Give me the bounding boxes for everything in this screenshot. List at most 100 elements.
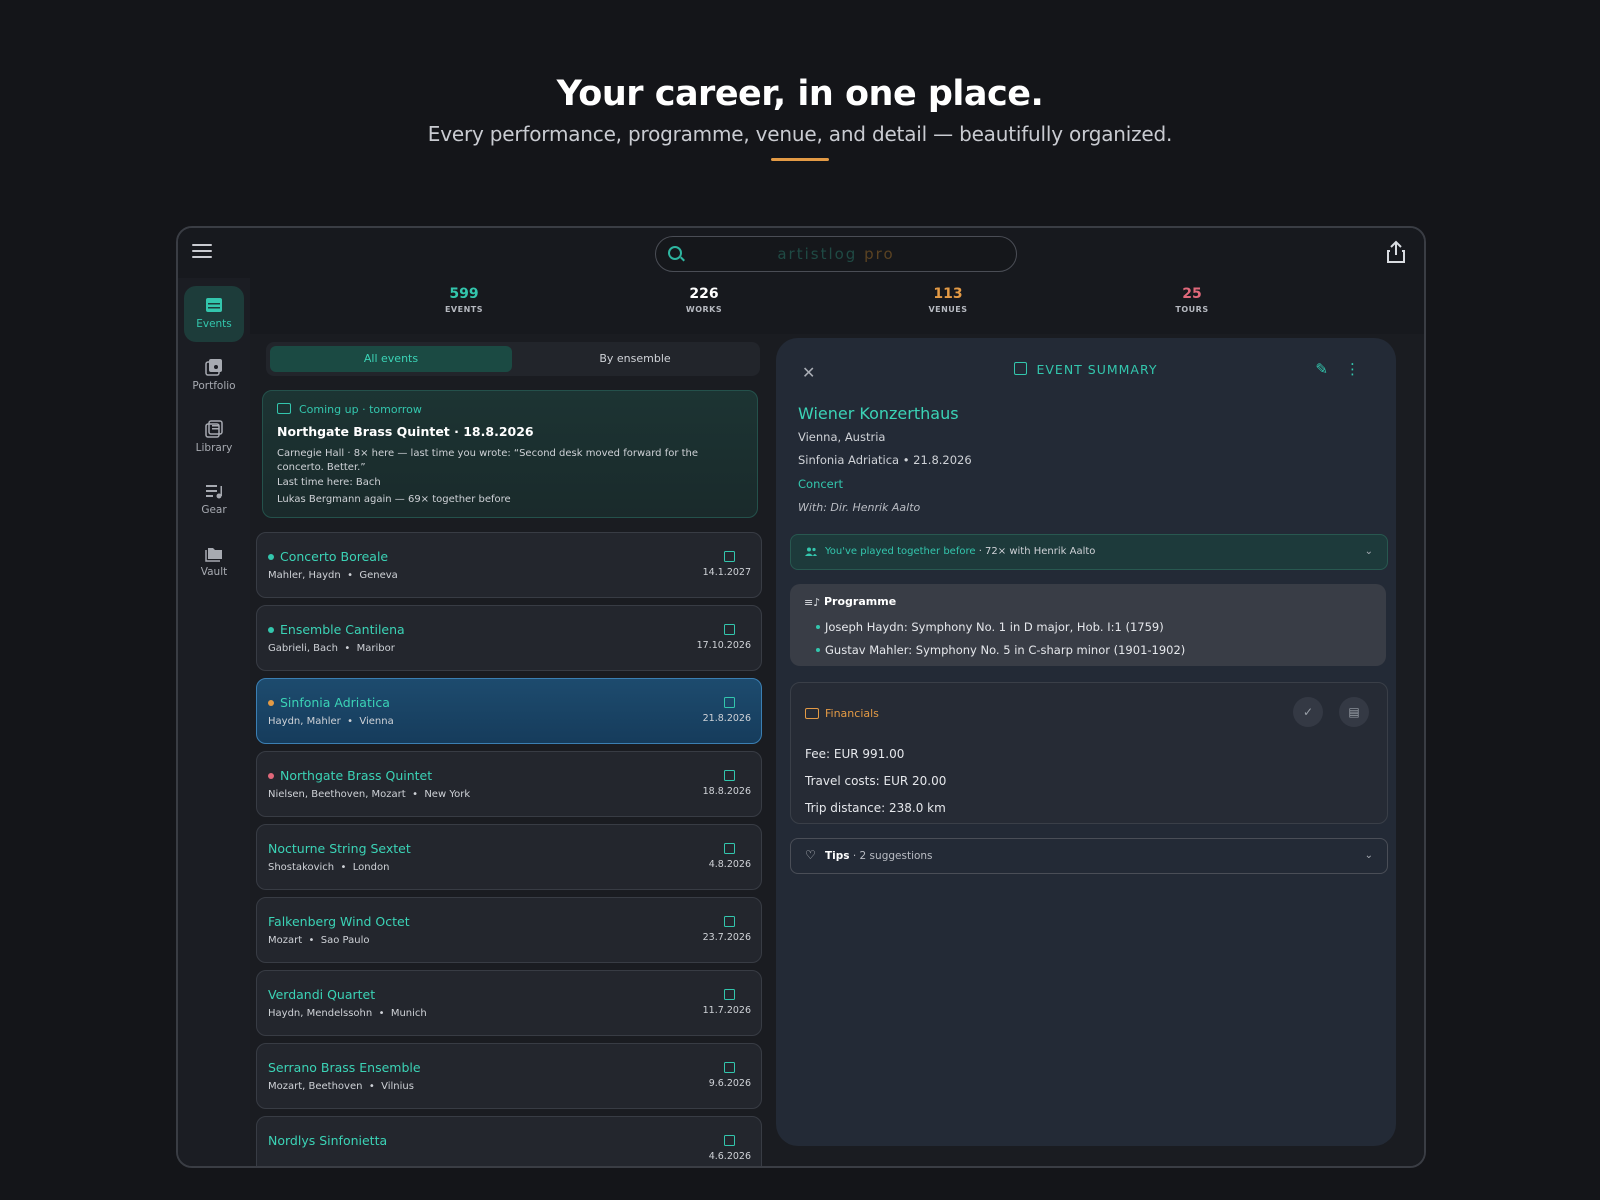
tab-all-events[interactable]: All events <box>270 346 512 372</box>
event-with: With: Dir. Henrik Aalto <box>798 501 921 514</box>
search-bar[interactable]: artistlog pro <box>655 236 1017 272</box>
hero-title: Your career, in one place. <box>556 74 1044 114</box>
event-card[interactable]: Sinfonia Adriatica Haydn, Mahler • Vienna… <box>256 678 762 744</box>
programme-header: Programme <box>824 595 897 608</box>
stat-label: TOURS <box>1175 305 1209 314</box>
stat-label: VENUES <box>928 305 968 314</box>
tab-by-ensemble[interactable]: By ensemble <box>514 346 756 372</box>
stat-value: 599 <box>449 286 479 302</box>
calendar-icon <box>1014 362 1028 375</box>
stat-events[interactable]: 599 EVENTS <box>404 286 524 314</box>
status-dot <box>268 773 274 779</box>
financials-card: Financials ✓ ▤ Fee: EUR 991.00 Travel co… <box>790 682 1388 824</box>
event-details: Haydn, Mahler • Vienna <box>268 716 394 727</box>
sidebar-item-events[interactable]: Events <box>184 286 244 342</box>
coming-up-title: Northgate Brass Quintet · 18.8.2026 <box>277 424 534 439</box>
event-type[interactable]: Concert <box>798 477 843 491</box>
stat-value: 226 <box>689 286 719 302</box>
event-date: 21.8.2026 <box>702 713 751 724</box>
tips-label: Tips · 2 suggestions <box>825 850 933 862</box>
library-icon <box>205 420 223 438</box>
event-name: Serrano Brass Ensemble <box>268 1060 421 1075</box>
event-details: Nielsen, Beethoven, Mozart • New York <box>268 789 471 800</box>
stat-works[interactable]: 226 WORKS <box>644 286 764 314</box>
tips-accordion[interactable]: ♡ Tips · 2 suggestions ⌄ <box>790 838 1388 874</box>
event-card[interactable]: Nordlys Sinfonietta 4.6.2026 <box>256 1116 762 1166</box>
stat-tours[interactable]: 25 TOURS <box>1132 286 1252 314</box>
coming-up-card[interactable]: Coming up · tomorrow Northgate Brass Qui… <box>262 390 758 518</box>
share-icon[interactable] <box>1386 240 1406 264</box>
chevron-down-icon: ⌄ <box>1364 850 1373 861</box>
hero-subtitle: Every performance, programme, venue, and… <box>427 122 1173 146</box>
receipt-icon[interactable]: ▤ <box>1339 697 1369 727</box>
programme-card: ≡♪ Programme Joseph Haydn: Symphony No. … <box>790 584 1386 666</box>
trip-distance-value: Trip distance: 238.0 km <box>805 801 946 815</box>
event-details: Haydn, Mendelssohn • Munich <box>268 1008 427 1019</box>
played-together-banner[interactable]: You've played together before · 72× with… <box>790 534 1388 570</box>
event-name: Verdandi Quartet <box>268 987 376 1002</box>
event-card[interactable]: Concerto Boreale Mahler, Haydn • Geneva 14… <box>256 532 762 598</box>
event-details: Shostakovich • London <box>268 862 390 873</box>
event-card[interactable]: Serrano Brass Ensemble Mozart, Beethoven … <box>256 1043 762 1109</box>
event-card[interactable]: Ensemble Cantilena Gabrieli, Bach • Marib… <box>256 605 762 671</box>
chevron-down-icon: ⌄ <box>1364 546 1373 557</box>
event-details: Mozart, Beethoven • Vilnius <box>268 1081 414 1092</box>
edit-icon[interactable]: ✎ <box>1315 360 1328 378</box>
event-name: Ensemble Cantilena <box>280 622 405 637</box>
event-card[interactable]: Northgate Brass Quintet Nielsen, Beethove… <box>256 751 762 817</box>
money-icon <box>805 708 819 719</box>
portfolio-icon <box>205 359 222 376</box>
event-name: Concerto Boreale <box>280 549 389 564</box>
stats-bar: 599 EVENTS 226 WORKS 113 VENUES 25 TOURS <box>250 286 1424 332</box>
venue-location: Vienna, Austria <box>798 430 886 444</box>
event-name: Sinfonia Adriatica <box>280 695 390 710</box>
coming-up-last-time: Last time here: Bach <box>277 477 381 488</box>
sidebar-item-library[interactable]: Library <box>184 410 244 466</box>
check-circle-icon[interactable]: ✓ <box>1293 697 1323 727</box>
hero: Your career, in one place. Every perform… <box>0 74 1600 161</box>
event-card[interactable]: Verdandi Quartet Haydn, Mendelssohn • Mun… <box>256 970 762 1036</box>
event-card[interactable]: Nocturne String Sextet Shostakovich • Lon… <box>256 824 762 890</box>
calendar-icon <box>724 1135 735 1146</box>
hero-underline <box>771 158 829 161</box>
event-date: 17.10.2026 <box>696 640 751 651</box>
calendar-icon <box>724 770 735 781</box>
event-name: Northgate Brass Quintet <box>280 768 433 783</box>
event-date: 23.7.2026 <box>702 932 751 943</box>
calendar-icon <box>724 551 735 562</box>
sidebar-item-portfolio[interactable]: Portfolio <box>184 348 244 404</box>
gear-icon <box>206 485 222 499</box>
event-name: Nocturne String Sextet <box>268 841 411 856</box>
sidebar-item-vault[interactable]: Vault <box>184 534 244 590</box>
event-date: 4.6.2026 <box>708 1151 751 1162</box>
event-date: 4.8.2026 <box>708 859 751 870</box>
sidebar-item-label: Vault <box>200 566 228 578</box>
fee-value: Fee: EUR 991.00 <box>805 747 905 761</box>
event-details: Gabrieli, Bach • Maribor <box>268 643 395 654</box>
coming-up-note: Carnegie Hall · 8× here — last time you … <box>277 448 699 473</box>
more-options-icon[interactable]: ⋮ <box>1345 360 1360 378</box>
calendar-icon <box>724 989 735 1000</box>
menu-icon[interactable] <box>192 244 212 260</box>
sidebar-item-label: Gear <box>201 504 227 516</box>
people-icon <box>805 547 817 556</box>
event-name: Falkenberg Wind Octet <box>268 914 410 929</box>
venue-name[interactable]: Wiener Konzerthaus <box>798 404 959 423</box>
calendar-icon <box>277 403 291 414</box>
folder-icon <box>205 548 222 562</box>
event-card[interactable]: Falkenberg Wind Octet Mozart • Sao Paulo 2… <box>256 897 762 963</box>
sidebar: Events Portfolio Library Gear Vault <box>178 278 250 1166</box>
event-date: 18.8.2026 <box>702 786 751 797</box>
calendar-icon <box>206 298 222 312</box>
stat-venues[interactable]: 113 VENUES <box>888 286 1008 314</box>
stat-label: WORKS <box>685 305 723 314</box>
sidebar-item-gear[interactable]: Gear <box>184 472 244 528</box>
music-list-icon: ≡♪ <box>804 596 821 609</box>
view-segmented-control: All events By ensemble <box>266 342 760 376</box>
event-details: Mahler, Haydn • Geneva <box>268 570 398 581</box>
event-date: 11.7.2026 <box>702 1005 751 1016</box>
calendar-icon <box>724 1062 735 1073</box>
travel-costs-value: Travel costs: EUR 20.00 <box>805 774 947 788</box>
main-content: All events By ensemble Coming up · tomor… <box>250 334 1424 1166</box>
status-dot <box>268 700 274 706</box>
